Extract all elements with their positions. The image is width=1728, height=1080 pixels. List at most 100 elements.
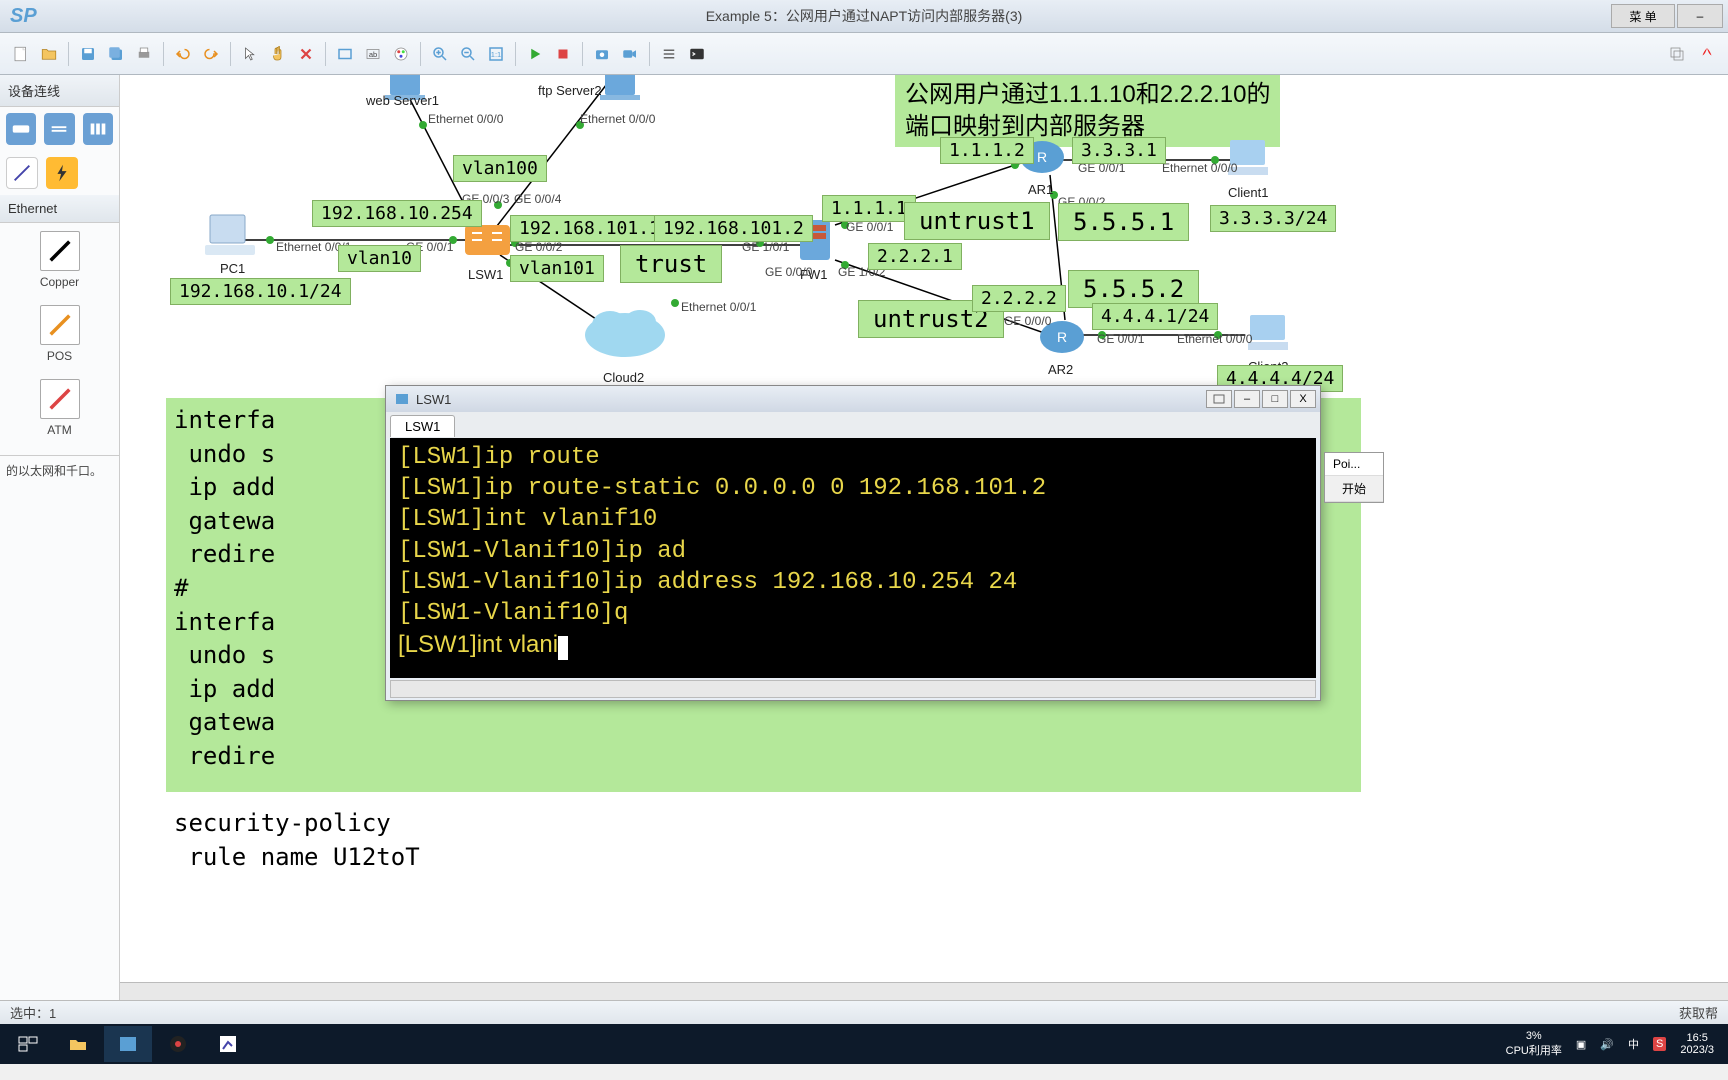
sw-ip-label: 192.168.101.1 <box>510 215 669 242</box>
ftp-server-node[interactable] <box>595 75 645 110</box>
palette-icon[interactable] <box>388 41 414 67</box>
terminal-tab[interactable]: LSW1 <box>390 415 455 437</box>
popup-label: Poi... <box>1325 453 1383 476</box>
main-area: 设备连线 Ethernet Copper POS ATM 的以太网和千口。 公网… <box>0 75 1728 1000</box>
tray-sogou-icon[interactable]: S <box>1653 1037 1666 1051</box>
topology-canvas[interactable]: 公网用户通过1.1.1.10和2.2.2.10的 端口映射到内部服务器 <box>120 75 1728 1000</box>
terminal-close-button[interactable]: X <box>1290 390 1316 408</box>
toolbar-separator <box>325 42 326 66</box>
zoom-out-icon[interactable] <box>455 41 481 67</box>
port-label: Ethernet 0/0/1 <box>681 300 756 314</box>
web-server-label: web Server1 <box>366 93 439 108</box>
paint-app-icon[interactable] <box>204 1026 252 1062</box>
save-all-icon[interactable] <box>103 41 129 67</box>
ar1-down-label: 5.5.5.1 <box>1058 203 1189 241</box>
terminal-minimize-button[interactable]: – <box>1234 390 1260 408</box>
main-toolbar: ab 1:1 <box>0 33 1728 75</box>
toolbar-separator <box>163 42 164 66</box>
hub-icon[interactable] <box>83 113 113 145</box>
tray-network-icon[interactable]: ▣ <box>1576 1038 1586 1051</box>
pos-label: POS <box>8 349 111 363</box>
terminal-h-scrollbar[interactable] <box>390 680 1316 698</box>
task-view-icon[interactable] <box>4 1026 52 1062</box>
terminal-restore-icon[interactable] <box>1206 390 1232 408</box>
svg-text:R: R <box>1057 329 1067 345</box>
tray-ime[interactable]: 中 <box>1628 1036 1639 1052</box>
cloud2-node[interactable] <box>580 300 670 365</box>
windows-taskbar: 3%CPU利用率 ▣ 🔊 中 S 16:52023/3 <box>0 1024 1728 1064</box>
terminal-popup: Poi... 开始 <box>1324 452 1384 503</box>
zoom-in-icon[interactable] <box>427 41 453 67</box>
tray-sound-icon[interactable]: 🔊 <box>1600 1038 1614 1051</box>
svg-text:1:1: 1:1 <box>491 50 501 59</box>
redo-icon[interactable] <box>198 41 224 67</box>
app-logo: SP <box>0 5 47 28</box>
terminal-cursor <box>558 636 568 660</box>
undo-icon[interactable] <box>170 41 196 67</box>
terminal-tabs: LSW1 <box>386 412 1320 438</box>
ar1-label: AR1 <box>1028 182 1053 197</box>
pc1-label: PC1 <box>220 261 245 276</box>
ensp-app-icon[interactable] <box>104 1026 152 1062</box>
hand-icon[interactable] <box>265 41 291 67</box>
flash-icon[interactable] <box>46 157 78 189</box>
port-label: Ethernet 0/0/0 <box>1162 161 1237 175</box>
ar1-right-label: 3.3.3.1 <box>1072 137 1166 164</box>
terminal-titlebar[interactable]: LSW1 – □ X <box>386 386 1320 412</box>
file-explorer-icon[interactable] <box>54 1026 102 1062</box>
copper-tool[interactable]: Copper <box>0 223 119 297</box>
text-tool-icon[interactable]: ab <box>360 41 386 67</box>
status-bar: 选中：1 获取帮 <box>0 1000 1728 1024</box>
gw-label: 192.168.10.254 <box>312 200 482 227</box>
switch-icon[interactable] <box>44 113 74 145</box>
taskbar-tray: 3%CPU利用率 ▣ 🔊 中 S 16:52023/3 <box>1506 1030 1724 1058</box>
atm-tool[interactable]: ATM <box>0 371 119 445</box>
status-help: 获取帮 <box>1679 1003 1718 1022</box>
cascade-icon[interactable] <box>1664 41 1690 67</box>
ar2-label: AR2 <box>1048 362 1073 377</box>
terminal-line: [LSW1]int vlanif10 <box>398 504 1308 535</box>
zoom-fit-icon[interactable]: 1:1 <box>483 41 509 67</box>
terminal-icon[interactable] <box>684 41 710 67</box>
canvas-h-scrollbar[interactable] <box>120 982 1728 1000</box>
terminal-body[interactable]: [LSW1]ip route [LSW1]ip route-static 0.0… <box>390 438 1316 678</box>
terminal-line: [LSW1-Vlanif10]ip address 192.168.10.254… <box>398 567 1308 598</box>
popup-start-button[interactable]: 开始 <box>1325 476 1383 502</box>
rect-tool-icon[interactable] <box>332 41 358 67</box>
trust-label: trust <box>620 245 722 283</box>
terminal-maximize-button[interactable]: □ <box>1262 390 1288 408</box>
ftp-server-label: ftp Server2 <box>538 83 602 98</box>
record-icon[interactable] <box>617 41 643 67</box>
delete-icon[interactable] <box>293 41 319 67</box>
terminal-window[interactable]: LSW1 – □ X LSW1 [LSW1]ip route [LSW1]ip … <box>385 385 1321 701</box>
huawei-logo-icon[interactable] <box>1694 41 1720 67</box>
obs-app-icon[interactable] <box>154 1026 202 1062</box>
panel-description: 的以太网和千口。 <box>0 455 119 486</box>
toolbar-right <box>1664 41 1720 67</box>
port-label: GE 0/0/4 <box>514 192 561 206</box>
untrust1-label: untrust1 <box>904 202 1050 240</box>
tray-clock[interactable]: 16:52023/3 <box>1680 1032 1714 1056</box>
pos-tool[interactable]: POS <box>0 297 119 371</box>
save-icon[interactable] <box>75 41 101 67</box>
vlan101-label: vlan101 <box>510 255 604 282</box>
menu-button[interactable]: 菜 单 <box>1611 4 1675 28</box>
router-icon[interactable] <box>6 113 36 145</box>
minimize-button[interactable]: – <box>1677 4 1723 28</box>
line-tool-icon[interactable] <box>6 157 38 189</box>
device-icons-row2 <box>0 151 119 195</box>
new-icon[interactable] <box>8 41 34 67</box>
open-icon[interactable] <box>36 41 62 67</box>
toolbar-separator <box>649 42 650 66</box>
stop-icon[interactable] <box>550 41 576 67</box>
client1-node[interactable] <box>1220 135 1275 185</box>
list-icon[interactable] <box>656 41 682 67</box>
print-icon[interactable] <box>131 41 157 67</box>
pc1-node[interactable] <box>200 210 260 265</box>
panel-section-devices: 设备连线 <box>0 75 119 107</box>
pointer-icon[interactable] <box>237 41 263 67</box>
play-icon[interactable] <box>522 41 548 67</box>
capture-icon[interactable] <box>589 41 615 67</box>
ar2-right-label: 4.4.4.1/24 <box>1092 303 1218 330</box>
ar1-left-label: 1.1.1.2 <box>940 137 1034 164</box>
